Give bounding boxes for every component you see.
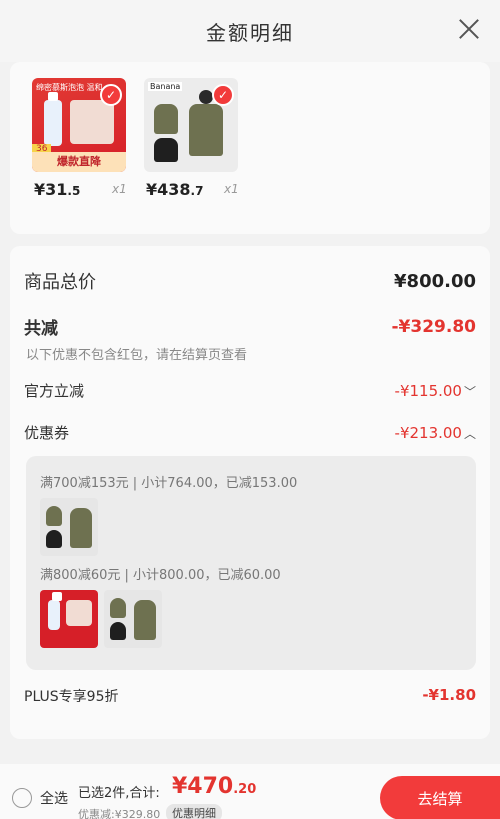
coupon-detail-box: 满700减153元 | 小计764.00，已减153.00 满800减60元 |…	[26, 456, 476, 670]
close-icon[interactable]	[456, 16, 482, 42]
promo-band: 爆款直降	[32, 152, 126, 172]
product-item[interactable]: 绵密慕斯泡泡 温和 36 爆款直降 ✓	[32, 78, 142, 172]
discount-label: 共减	[24, 319, 58, 339]
coupon-row[interactable]: 优惠券 -¥213.00 ︿	[24, 422, 476, 443]
product-thumbnail[interactable]: 绵密慕斯泡泡 温和 36 爆款直降 ✓	[32, 78, 126, 172]
product-qty: x1	[224, 182, 239, 196]
official-label: 官方立减	[24, 382, 85, 400]
selected-check-icon[interactable]: ✓	[212, 84, 234, 106]
coupon-product-thumbnail	[104, 590, 162, 648]
saved-amount: 优惠减:¥329.80	[78, 808, 161, 819]
coupon-line: 满700减153元 | 小计764.00，已减153.00	[40, 476, 298, 491]
selected-products: 绵密慕斯泡泡 温和 36 爆款直降 ✓ ¥31.5 x1 Banana ✓ ¥4…	[10, 62, 490, 234]
model-head	[199, 90, 213, 104]
goods-total-row: 商品总价 ¥800.00	[24, 268, 476, 294]
chevron-down-icon[interactable]: ﹀	[464, 383, 476, 400]
checkout-bar: 全选 已选2件,合计: ¥470.20 优惠减:¥329.80 优惠明细 去结算	[0, 764, 500, 819]
coupon-value: -¥213.00	[394, 423, 462, 442]
page-title: 金额明细	[206, 20, 294, 45]
discount-row: 共减 -¥329.80	[24, 314, 477, 340]
official-value: -¥115.00	[394, 381, 462, 400]
goods-total-label: 商品总价	[24, 272, 96, 293]
product-thumbnail[interactable]: Banana ✓	[144, 78, 238, 172]
promo-text: 绵密慕斯泡泡 温和	[36, 83, 103, 92]
official-discount-row[interactable]: 官方立减 -¥115.00 ﹀	[24, 380, 476, 401]
selected-check-icon[interactable]: ✓	[100, 84, 122, 106]
select-all-radio[interactable]	[12, 788, 32, 808]
brand-label: Banana	[148, 82, 183, 91]
plus-value: -¥1.80	[422, 686, 476, 704]
discount-detail-button[interactable]: 优惠明细	[166, 804, 222, 819]
coupon-product-thumbnail	[40, 498, 98, 556]
bottle-image	[44, 92, 62, 146]
coupon-line: 满800减60元 | 小计800.00，已减60.00	[40, 568, 281, 583]
select-all-label[interactable]: 全选	[40, 788, 68, 808]
selected-summary: 已选2件,合计:	[78, 786, 160, 801]
coupon-label: 优惠券	[24, 424, 70, 442]
checkout-button[interactable]: 去结算	[380, 776, 500, 819]
plus-discount-row: PLUS专享95折 -¥1.80	[24, 686, 476, 706]
chevron-up-icon[interactable]: ︿	[464, 425, 476, 442]
goods-total-value: ¥800.00	[394, 270, 476, 292]
jacket-image	[189, 104, 223, 156]
amount-breakdown: 商品总价 ¥800.00 共减 -¥329.80 以下优惠不包含红包，请在结算页…	[10, 246, 490, 739]
discount-value: -¥329.80	[391, 316, 477, 337]
plus-label: PLUS专享95折	[24, 689, 119, 705]
jacket-image	[154, 104, 178, 134]
jacket-image	[154, 138, 178, 162]
product-qty: x1	[112, 182, 127, 196]
product-price: ¥31.5	[34, 180, 81, 199]
product-item[interactable]: Banana ✓	[144, 78, 254, 172]
coupon-product-thumbnail	[40, 590, 98, 648]
product-price: ¥438.7	[146, 180, 204, 199]
total-amount: ¥470.20	[172, 774, 257, 799]
header: 金额明细	[0, 0, 500, 62]
model-image	[70, 100, 114, 144]
discount-note: 以下优惠不包含红包，请在结算页查看	[26, 348, 248, 363]
